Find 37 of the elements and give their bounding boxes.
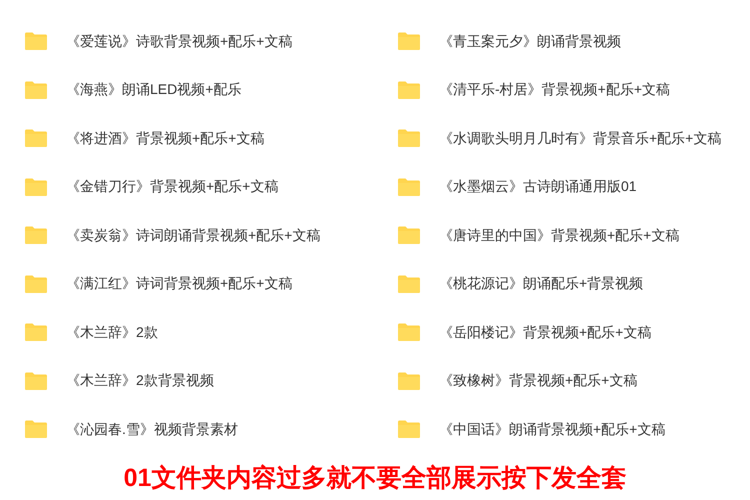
folder-name[interactable]: 《水墨烟云》古诗朗诵通用版01 xyxy=(439,176,637,198)
folder-icon xyxy=(24,274,48,293)
folder-name[interactable]: 《岳阳楼记》背景视频+配乐+文稿 xyxy=(439,322,652,343)
folder-name[interactable]: 《唐诗里的中国》背景视频+配乐+文稿 xyxy=(439,224,680,246)
folder-name[interactable]: 《海燕》朗诵LED视频+配乐 xyxy=(66,79,242,100)
notice-text: 01文件夹内容过多就不要全部展示按下发全套 xyxy=(124,462,626,494)
folder-icon xyxy=(397,32,421,50)
folder-icon xyxy=(24,372,48,390)
folder-name[interactable]: 《金错刀行》背景视频+配乐+文稿 xyxy=(66,176,278,198)
folder-icon xyxy=(397,129,421,148)
folder-name[interactable]: 《卖炭翁》诗词朗诵背景视频+配乐+文稿 xyxy=(66,224,320,246)
folder-name[interactable]: 《清平乐-村居》背景视频+配乐+文稿 xyxy=(439,79,670,100)
folder-icon xyxy=(397,420,421,438)
folder-icon xyxy=(24,420,48,438)
folder-name[interactable]: 《桃花源记》朗诵配乐+背景视频 xyxy=(439,273,644,294)
folder-icon xyxy=(24,129,48,148)
folder-icon xyxy=(24,226,48,244)
folder-icon xyxy=(24,32,48,50)
folder-icon xyxy=(397,323,421,342)
folder-name[interactable]: 《水调歌头明月几时有》背景音乐+配乐+文稿 xyxy=(439,128,722,149)
folder-icon xyxy=(24,178,48,196)
folder-name[interactable]: 《将进酒》背景视频+配乐+文稿 xyxy=(66,128,264,149)
folder-name[interactable]: 《满江红》诗词背景视频+配乐+文稿 xyxy=(66,273,292,294)
folder-name[interactable]: 《青玉案元夕》朗诵背景视频 xyxy=(439,30,621,52)
folder-name[interactable]: 《木兰辞》2款 xyxy=(66,322,158,343)
folder-name[interactable]: 《致橡树》背景视频+配乐+文稿 xyxy=(439,370,638,392)
folder-name[interactable]: 《木兰辞》2款背景视频 xyxy=(66,370,214,392)
folder-name[interactable]: 《爱莲说》诗歌背景视频+配乐+文稿 xyxy=(66,30,292,52)
folder-icon xyxy=(24,323,48,342)
folder-icon xyxy=(397,226,421,244)
folder-name[interactable]: 《中国话》朗诵背景视频+配乐+文稿 xyxy=(439,418,666,440)
folder-icon xyxy=(397,274,421,293)
folder-icon xyxy=(397,178,421,196)
folder-name[interactable]: 《沁园春.雪》视频背景素材 xyxy=(66,418,238,440)
folder-icon xyxy=(397,80,421,99)
folder-icon xyxy=(397,372,421,390)
folder-icon xyxy=(24,80,48,99)
